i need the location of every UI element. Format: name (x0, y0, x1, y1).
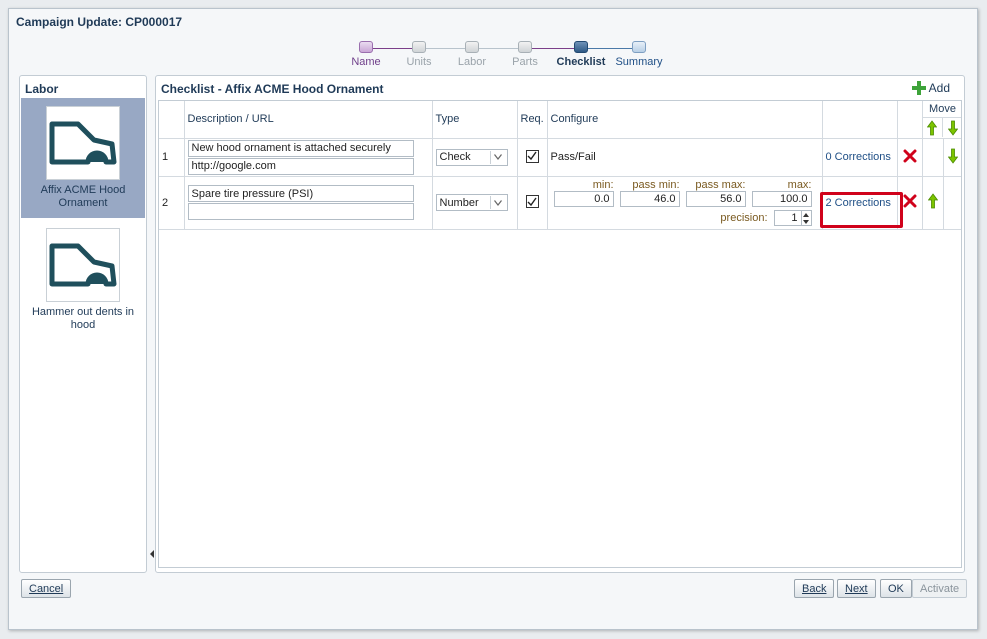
pass-min-input[interactable]: 46.0 (619, 191, 680, 207)
chevron-down-icon (489, 196, 506, 209)
train-stop-marker (632, 41, 646, 53)
type-cell: Check (432, 138, 518, 177)
cancel-button[interactable]: Cancel (21, 579, 72, 598)
col-description: Description / URL (184, 101, 433, 139)
add-label: Add (928, 81, 950, 95)
next-button[interactable]: Next (837, 579, 876, 598)
train-stop-summary[interactable]: Summary (599, 41, 679, 68)
pass-max-input[interactable]: 56.0 (685, 191, 746, 207)
type-select[interactable]: Check (435, 148, 508, 166)
req-cell (517, 176, 548, 230)
train-stop-marker (465, 41, 479, 53)
labor-item-caption: Affix ACME Hood Ornament (40, 184, 126, 209)
col-corrections (822, 101, 898, 139)
labor-panel: Labor Affix ACME Hood Ornament Hammer ou… (19, 75, 147, 573)
delete-cell (897, 138, 923, 177)
arrow-down-icon (947, 120, 958, 136)
required-checkbox[interactable] (525, 195, 539, 209)
train-stop-marker (518, 41, 532, 53)
move-header-label: Move (922, 101, 961, 119)
col-delete (897, 101, 923, 139)
move-up-header[interactable] (923, 118, 943, 138)
car-hood-icon (46, 106, 120, 180)
col-move: Move (922, 101, 961, 139)
move-down-cell (943, 176, 961, 230)
labor-item-caption: Hammer out dents in hood (31, 306, 135, 331)
col-type: Type (432, 101, 518, 139)
precision-input[interactable]: 1 (773, 210, 802, 226)
type-select-value: Check (439, 151, 471, 163)
checklist-panel: Checklist - Affix ACME Hood Ornament Add (155, 75, 965, 573)
back-button[interactable]: Back (794, 579, 835, 598)
check-icon (527, 197, 537, 206)
description-input[interactable] (187, 185, 414, 202)
corrections-link[interactable]: 0 Corrections (826, 151, 891, 163)
pass-min-label: pass min: (632, 179, 680, 191)
train-stop-marker (412, 41, 426, 53)
arrow-up-icon (927, 120, 938, 136)
move-down-header[interactable] (943, 118, 961, 137)
corrections-cell: 0 Corrections (822, 138, 898, 177)
min-label: min: (592, 179, 614, 191)
dialog-title: Campaign Update: CP000017 (16, 15, 183, 29)
spinner-down-icon[interactable] (803, 219, 809, 224)
precision-label: precision: (720, 212, 768, 224)
url-input[interactable] (187, 203, 414, 220)
train-stop-marker (574, 41, 588, 53)
labor-item-hammer-dents[interactable]: Hammer out dents in hood (20, 218, 146, 340)
description-cell (184, 138, 433, 177)
labor-item-affix-ornament[interactable]: Affix ACME Hood Ornament (21, 98, 145, 218)
description-input[interactable] (187, 139, 414, 157)
spinner-up-icon[interactable] (803, 212, 809, 217)
description-cell (184, 176, 433, 230)
configure-cell: min: 0.0 pass min: 46.0 pass max: 56.0 m… (547, 176, 823, 230)
arrow-down-icon[interactable] (947, 148, 959, 164)
col-req: Req. (517, 101, 548, 139)
check-icon (527, 151, 537, 161)
car-hood-icon (46, 228, 120, 302)
table-row: 1 Check (159, 138, 961, 177)
row-index: 2 (159, 176, 185, 230)
train-stop-marker (359, 41, 373, 53)
delete-icon[interactable] (903, 194, 917, 208)
highlight-box (820, 192, 903, 228)
labor-header: Labor (25, 82, 59, 96)
max-label: max: (787, 179, 812, 191)
collapse-splitter-icon[interactable] (150, 550, 154, 558)
move-down-cell (943, 138, 961, 177)
spinner-arrows[interactable] (801, 210, 812, 226)
col-index (159, 101, 185, 139)
row-index: 1 (159, 138, 185, 177)
type-select[interactable]: Number (435, 194, 508, 211)
req-cell (517, 138, 548, 177)
arrow-up-icon[interactable] (927, 193, 938, 209)
activate-button: Activate (912, 579, 968, 598)
precision-spinner[interactable]: 1 (773, 210, 812, 226)
configure-cell: Pass/Fail (547, 138, 823, 177)
checklist-grid: Description / URL Type Req. Configure Mo… (158, 100, 962, 568)
add-button[interactable]: Add (911, 81, 950, 95)
type-select-value: Number (439, 196, 479, 209)
campaign-update-dialog: Campaign Update: CP000017 Name Units Lab… (8, 8, 978, 630)
col-configure: Configure (547, 101, 823, 139)
max-input[interactable]: 100.0 (751, 191, 812, 207)
pass-max-label: pass max: (695, 179, 746, 191)
move-up-cell (922, 138, 944, 177)
checklist-header: Checklist - Affix ACME Hood Ornament Add (156, 76, 964, 98)
ok-button[interactable]: OK (880, 579, 912, 598)
type-cell: Number (432, 176, 518, 230)
plus-icon (911, 81, 926, 95)
chevron-down-icon (489, 150, 506, 164)
min-input[interactable]: 0.0 (553, 191, 614, 207)
url-input[interactable] (187, 157, 414, 175)
required-checkbox[interactable] (525, 149, 539, 163)
checklist-title: Checklist - Affix ACME Hood Ornament (161, 82, 384, 96)
delete-icon[interactable] (903, 149, 917, 163)
train-stop-label: Summary (615, 56, 663, 68)
move-up-cell (922, 176, 944, 230)
